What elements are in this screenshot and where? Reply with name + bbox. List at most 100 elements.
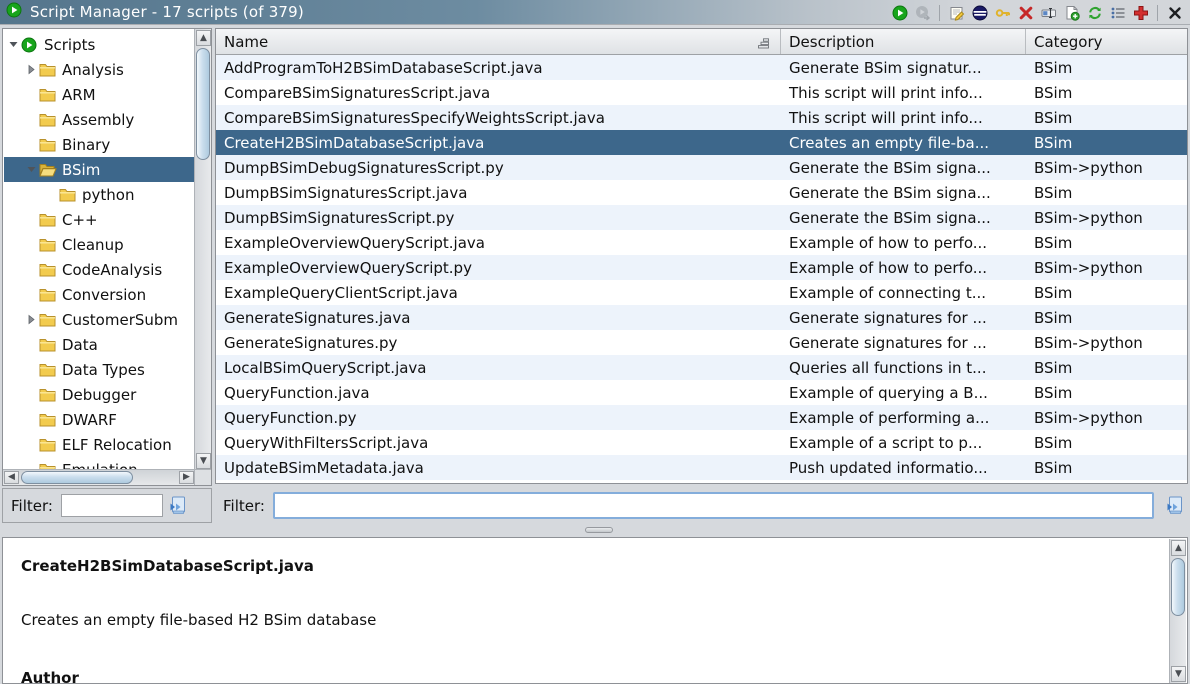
table-row[interactable]: ExampleQueryClientScript.javaExample of … [216, 280, 1187, 305]
tree-node-label: Cleanup [62, 236, 124, 254]
tree-node-label: Emulation [62, 461, 138, 470]
collapse-arrow-icon[interactable] [24, 164, 39, 175]
tree-node-elf-relocation[interactable]: ELF Relocation [4, 432, 195, 457]
scroll-down-arrow-icon[interactable]: ▼ [1171, 666, 1186, 682]
table-row[interactable]: GenerateSignatures.javaGenerate signatur… [216, 305, 1187, 330]
cell-category: BSim->python [1026, 334, 1187, 352]
tree-node-label: Analysis [62, 61, 124, 79]
cell-category: BSim [1026, 184, 1187, 202]
tree-horizontal-scrollbar[interactable]: ◀ ▶ [3, 469, 195, 485]
author-heading-clipped: Author [21, 669, 1169, 683]
description-vertical-scrollbar[interactable]: ▲ ▼ [1169, 539, 1186, 683]
splitter-handle[interactable] [585, 527, 613, 533]
folder-icon [39, 113, 58, 127]
tree-node-emulation[interactable]: Emulation [4, 457, 195, 469]
folder-icon [39, 263, 58, 277]
tree-node-binary[interactable]: Binary [4, 132, 195, 157]
table-row[interactable]: CreateH2BSimDatabaseScript.javaCreates a… [216, 130, 1187, 155]
refresh-icon[interactable] [1083, 2, 1106, 23]
cell-category: BSim [1026, 59, 1187, 77]
expand-arrow-icon[interactable] [24, 314, 39, 325]
delete-script-icon[interactable] [1014, 2, 1037, 23]
table-row[interactable]: QueryWithFiltersScript.javaExample of a … [216, 430, 1187, 455]
tree-node-c-[interactable]: C++ [4, 207, 195, 232]
tree-node-label: BSim [62, 161, 100, 179]
table-row[interactable]: DumpBSimSignaturesScript.javaGenerate th… [216, 180, 1187, 205]
tree-node-arm[interactable]: ARM [4, 82, 195, 107]
tree-filter-bar: Filter: [2, 488, 212, 523]
table-row[interactable]: DumpBSimDebugSignaturesScript.pyGenerate… [216, 155, 1187, 180]
new-script-icon[interactable] [1060, 2, 1083, 23]
cell-name: DumpBSimDebugSignaturesScript.py [216, 159, 781, 177]
cell-category: BSim->python [1026, 209, 1187, 227]
keybinding-icon[interactable] [991, 2, 1014, 23]
tree-vscroll-thumb[interactable] [196, 48, 210, 160]
script-list-icon[interactable] [1106, 2, 1129, 23]
horizontal-splitter[interactable] [0, 523, 1190, 537]
filter-options-icon[interactable] [1166, 496, 1184, 515]
scroll-left-arrow-icon[interactable]: ◀ [4, 471, 19, 484]
tree-node-label: Assembly [62, 111, 134, 129]
tree-filter-input[interactable] [61, 494, 163, 517]
cell-name: LocalBSimQueryScript.java [216, 359, 781, 377]
table-row[interactable]: CompareBSimSignaturesSpecifyWeightsScrip… [216, 105, 1187, 130]
cell-category: BSim [1026, 359, 1187, 377]
cell-description: Example of how to perfo... [781, 259, 1026, 277]
expand-arrow-icon[interactable] [24, 64, 39, 75]
tree-node-label: Data Types [62, 361, 145, 379]
edit-script-icon[interactable] [945, 2, 968, 23]
column-header-category[interactable]: Category [1026, 29, 1187, 54]
scroll-down-arrow-icon[interactable]: ▼ [196, 453, 211, 469]
rename-script-icon[interactable] [1037, 2, 1060, 23]
cell-description: Queries all functions in t... [781, 359, 1026, 377]
tree-filter-label: Filter: [11, 497, 53, 515]
table-row[interactable]: GenerateSignatures.pyGenerate signatures… [216, 330, 1187, 355]
close-icon[interactable] [1163, 2, 1186, 23]
cell-name: GenerateSignatures.java [216, 309, 781, 327]
tree-node-scripts[interactable]: Scripts [4, 32, 195, 57]
filter-options-icon[interactable] [169, 496, 187, 515]
table-row[interactable]: UpdateBSimMetadata.javaPush updated info… [216, 455, 1187, 480]
run-script-icon[interactable] [888, 2, 911, 23]
add-script-dir-icon[interactable] [1129, 2, 1152, 23]
table-filter-input[interactable] [273, 492, 1154, 519]
tree-node-python[interactable]: python [4, 182, 195, 207]
table-row[interactable]: QueryFunction.pyExample of performing a.… [216, 405, 1187, 430]
tree-node-data[interactable]: Data [4, 332, 195, 357]
cell-category: BSim [1026, 134, 1187, 152]
tree-node-conversion[interactable]: Conversion [4, 282, 195, 307]
table-row[interactable]: LocalBSimQueryScript.javaQueries all fun… [216, 355, 1187, 380]
sort-indicator-icon [756, 36, 770, 54]
toolbar-separator [1157, 5, 1158, 21]
tree-node-data-types[interactable]: Data Types [4, 357, 195, 382]
collapse-arrow-icon[interactable] [6, 39, 21, 50]
cell-name: QueryWithFiltersScript.java [216, 434, 781, 452]
table-row[interactable]: CompareBSimSignaturesScript.javaThis scr… [216, 80, 1187, 105]
column-header-description[interactable]: Description [781, 29, 1026, 54]
tree-node-codeanalysis[interactable]: CodeAnalysis [4, 257, 195, 282]
folder-icon [39, 338, 58, 352]
column-header-name[interactable]: Name [216, 29, 781, 54]
tree-vertical-scrollbar[interactable]: ▲ ▼ [194, 29, 211, 470]
tree-node-debugger[interactable]: Debugger [4, 382, 195, 407]
table-row[interactable]: ExampleOverviewQueryScript.pyExample of … [216, 255, 1187, 280]
tree-hscroll-thumb[interactable] [21, 471, 133, 484]
tree-node-customersubm[interactable]: CustomerSubm [4, 307, 195, 332]
cell-name: ExampleOverviewQueryScript.java [216, 234, 781, 252]
tree-node-bsim[interactable]: BSim [4, 157, 195, 182]
tree-node-dwarf[interactable]: DWARF [4, 407, 195, 432]
folder-icon [39, 313, 58, 327]
tree-node-assembly[interactable]: Assembly [4, 107, 195, 132]
scroll-up-arrow-icon[interactable]: ▲ [196, 30, 211, 46]
tree-node-cleanup[interactable]: Cleanup [4, 232, 195, 257]
table-row[interactable]: AddProgramToH2BSimDatabaseScript.javaGen… [216, 55, 1187, 80]
scroll-up-arrow-icon[interactable]: ▲ [1171, 540, 1186, 556]
description-vscroll-thumb[interactable] [1171, 558, 1185, 616]
tree-node-label: Binary [62, 136, 110, 154]
table-row[interactable]: DumpBSimSignaturesScript.pyGenerate the … [216, 205, 1187, 230]
tree-node-analysis[interactable]: Analysis [4, 57, 195, 82]
scroll-right-arrow-icon[interactable]: ▶ [179, 471, 194, 484]
table-row[interactable]: QueryFunction.javaExample of querying a … [216, 380, 1187, 405]
eclipse-icon[interactable] [968, 2, 991, 23]
table-row[interactable]: ExampleOverviewQueryScript.javaExample o… [216, 230, 1187, 255]
